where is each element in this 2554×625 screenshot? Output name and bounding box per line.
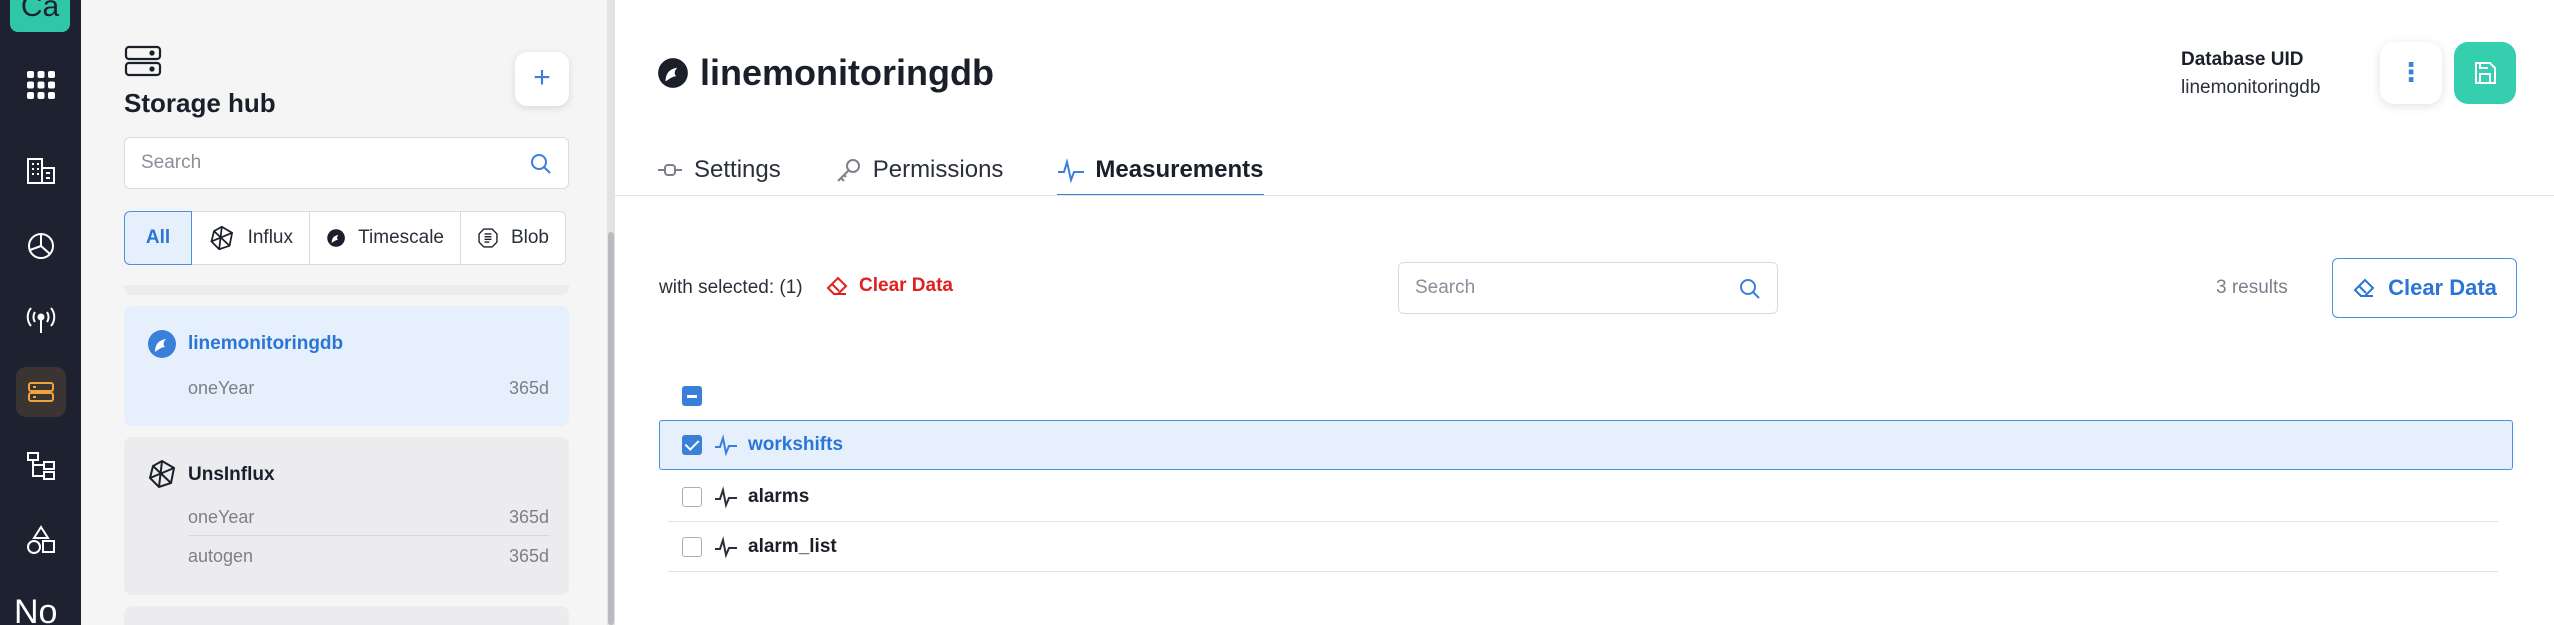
measurement-wave-icon	[715, 485, 737, 508]
storage-hub-icon	[124, 45, 162, 77]
database-card[interactable]: UnsInflux oneYear 365d autogen 365d	[124, 437, 569, 595]
filter-label: Blob	[510, 227, 549, 248]
rail-item-buildings[interactable]	[16, 146, 66, 196]
clear-data-button[interactable]: Clear Data	[2332, 258, 2517, 318]
tab-label: Measurements	[1095, 156, 1264, 183]
clear-selected-data-link[interactable]: Clear Data	[825, 274, 953, 298]
tab-measurements[interactable]: Measurements	[1057, 150, 1264, 196]
measurement-name: alarms	[748, 485, 810, 507]
select-all-checkbox[interactable]	[682, 386, 702, 406]
filter-label: All	[145, 227, 171, 248]
page-title: linemonitoringdb	[700, 52, 994, 93]
navigation-rail: Ca No	[0, 0, 81, 625]
settings-slider-icon	[658, 164, 682, 176]
add-database-button[interactable]: +	[515, 52, 569, 106]
rail-item-analytics[interactable]	[16, 221, 66, 271]
retention-policy-name: oneYear	[188, 507, 255, 527]
antenna-icon	[26, 307, 56, 333]
row-checkbox[interactable]	[682, 536, 702, 557]
measurement-name: alarm_list	[748, 535, 837, 557]
eraser-icon	[2353, 278, 2375, 297]
selection-count: with selected: (1)	[659, 277, 803, 298]
filter-influx[interactable]: Influx	[191, 211, 310, 265]
apps-grid-icon	[27, 71, 55, 99]
storage-hub-title: Storage hub	[124, 88, 276, 118]
measurement-wave-icon	[1058, 158, 1085, 184]
row-checkbox[interactable]	[682, 435, 702, 455]
tab-label: Permissions	[872, 156, 1004, 183]
retention-policy-name: oneYear	[188, 377, 255, 398]
save-button[interactable]	[2454, 42, 2516, 104]
retention-policy-row: oneYear 365d	[188, 370, 549, 406]
filter-timescale[interactable]: Timescale	[309, 211, 461, 265]
buildings-icon	[27, 158, 55, 184]
database-uid-value: linemonitoringdb	[2181, 77, 2321, 98]
measurement-wave-icon	[715, 535, 737, 558]
retention-policy-row: autogen 365d	[188, 538, 549, 574]
clear-data-link-label: Clear Data	[859, 275, 953, 296]
storage-search-input[interactable]	[141, 152, 501, 174]
results-count: 3 results	[2216, 277, 2288, 298]
filter-label: Influx	[247, 227, 293, 248]
key-icon	[837, 159, 860, 182]
measurement-wave-icon	[715, 434, 737, 457]
retention-policy-name: autogen	[188, 545, 254, 566]
tab-divider	[613, 195, 2554, 196]
storage-icon	[28, 382, 54, 402]
database-card-selected[interactable]: linemonitoringdb oneYear 365d	[124, 306, 569, 426]
eraser-icon	[826, 276, 848, 295]
rail-item-devices[interactable]	[16, 295, 66, 345]
measurement-row[interactable]: alarms	[668, 472, 2498, 522]
measurement-search-input[interactable]	[1415, 277, 1715, 299]
row-checkbox[interactable]	[682, 486, 702, 507]
search-icon[interactable]	[1739, 278, 1761, 300]
app-logo[interactable]: Ca	[10, 0, 70, 32]
measurement-row[interactable]: alarm_list	[668, 522, 2498, 572]
filter-all[interactable]: All	[124, 211, 192, 265]
timescale-icon	[148, 330, 176, 358]
influx-icon	[210, 225, 234, 251]
shapes-icon	[27, 525, 55, 554]
database-name: linemonitoringdb	[188, 333, 344, 354]
workspace-badge[interactable]: No	[14, 592, 57, 625]
tab-bar: Settings Permissions Measurements	[656, 150, 1318, 196]
blob-icon	[478, 228, 498, 248]
retention-policy-duration: 365d	[508, 507, 549, 527]
rail-item-shapes[interactable]	[16, 515, 66, 565]
rail-item-structure[interactable]	[16, 440, 66, 490]
influx-icon	[148, 459, 176, 489]
retention-policy-row: oneYear 365d	[188, 500, 549, 536]
measurement-row[interactable]: workshifts	[659, 420, 2513, 470]
database-type-filter: All Influx Timescale Blob	[124, 211, 566, 265]
tab-permissions[interactable]: Permissions	[835, 150, 1004, 196]
clear-data-button-label: Clear Data	[2388, 275, 2497, 300]
filter-blob[interactable]: Blob	[460, 211, 566, 265]
timescale-icon	[658, 58, 688, 88]
filter-label: Timescale	[358, 227, 444, 248]
database-card[interactable]	[124, 606, 569, 625]
database-name: UnsInflux	[188, 464, 275, 485]
more-options-button[interactable]: ⋮	[2380, 42, 2442, 104]
database-card[interactable]	[124, 285, 569, 295]
pie-chart-icon	[28, 233, 54, 259]
tree-structure-icon	[27, 452, 55, 480]
tab-settings[interactable]: Settings	[656, 150, 781, 196]
rail-item-storage[interactable]	[16, 367, 66, 417]
rail-item-apps[interactable]	[16, 60, 66, 110]
timescale-icon	[327, 229, 345, 247]
search-icon[interactable]	[530, 153, 552, 175]
measurement-search-box	[1398, 262, 1778, 314]
save-icon	[2475, 62, 2496, 84]
panel-scrollbar[interactable]	[607, 0, 615, 625]
scrollbar-thumb[interactable]	[608, 232, 614, 625]
tab-label: Settings	[694, 156, 781, 183]
measurement-name: workshifts	[748, 434, 844, 455]
retention-policy-duration: 365d	[508, 377, 549, 398]
storage-search-box	[124, 137, 569, 189]
retention-policy-duration: 365d	[508, 545, 549, 566]
database-uid-label: Database UID	[2181, 49, 2304, 70]
